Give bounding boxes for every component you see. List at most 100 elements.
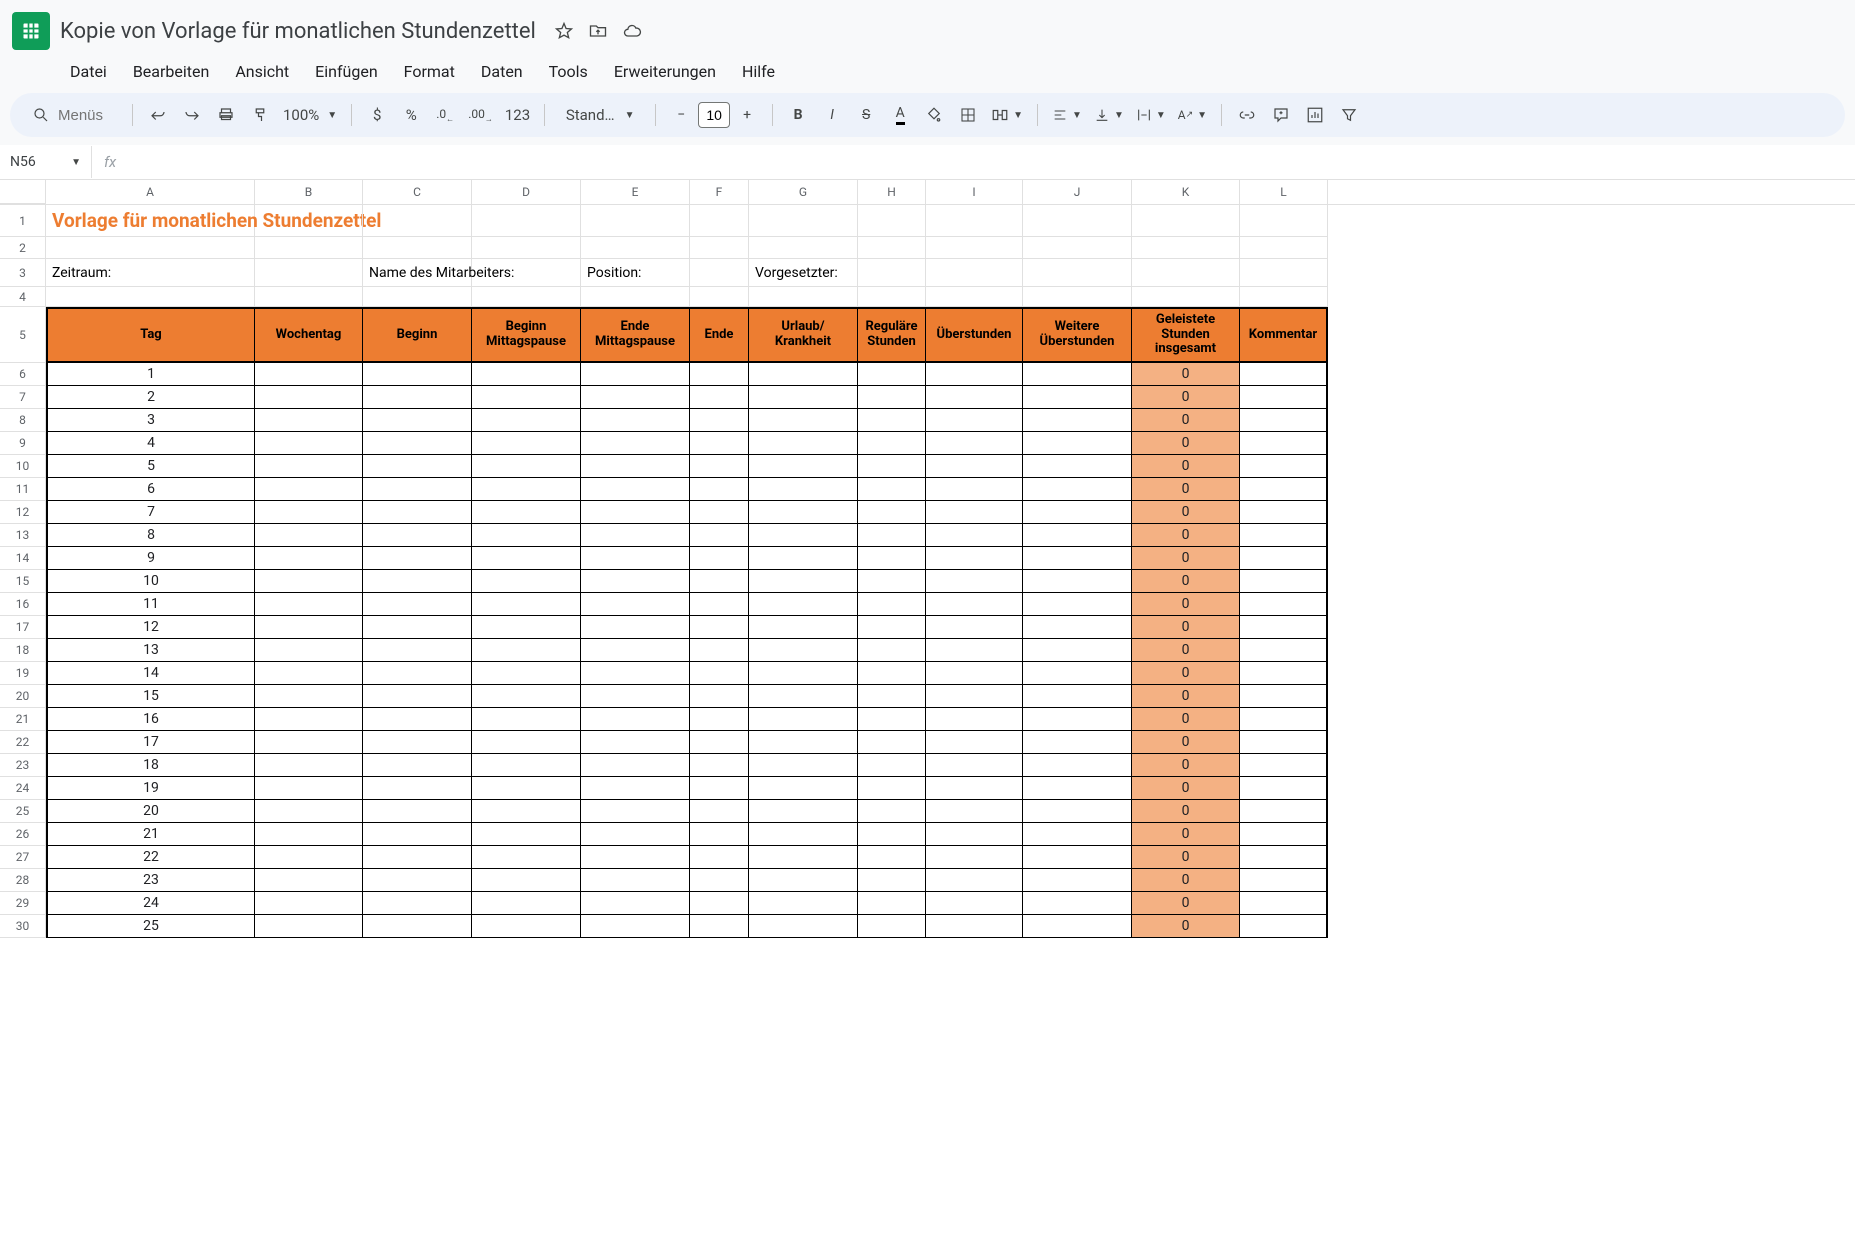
cell[interactable] [1240,800,1328,823]
decrease-decimal-button[interactable]: .0← [430,100,460,130]
cell[interactable] [1240,662,1328,685]
insert-chart-button[interactable] [1300,100,1330,130]
cell[interactable]: 0 [1132,800,1240,823]
cell[interactable] [926,616,1023,639]
cell[interactable] [255,892,363,915]
table-header[interactable]: Ende [690,307,749,363]
row-header-27[interactable]: 27 [0,846,46,869]
column-header-E[interactable]: E [581,180,690,204]
cell[interactable]: 0 [1132,409,1240,432]
cell[interactable] [472,800,581,823]
cell[interactable] [581,823,690,846]
cell[interactable] [1023,570,1132,593]
bold-button[interactable]: B [783,100,813,130]
cell[interactable] [926,570,1023,593]
cell[interactable]: 24 [46,892,255,915]
row-header-11[interactable]: 11 [0,478,46,501]
cell[interactable] [1240,287,1328,307]
cell[interactable] [926,524,1023,547]
cell[interactable] [581,708,690,731]
paint-format-button[interactable] [245,100,275,130]
cell[interactable] [926,731,1023,754]
column-header-K[interactable]: K [1132,180,1240,204]
cell[interactable]: 0 [1132,593,1240,616]
cell[interactable]: Vorlage für monatlichen Stundenzettel [46,205,255,237]
cell[interactable] [1240,754,1328,777]
cell[interactable] [1240,570,1328,593]
cell[interactable] [255,708,363,731]
cell[interactable] [690,892,749,915]
cell[interactable] [858,287,926,307]
cell[interactable] [749,777,858,800]
cell[interactable] [858,524,926,547]
cell[interactable] [1240,237,1328,259]
undo-button[interactable] [143,100,173,130]
cell[interactable] [1240,259,1328,287]
cell[interactable]: 14 [46,662,255,685]
cell[interactable]: 3 [46,409,255,432]
cell[interactable]: Name des Mitarbeiters: [363,259,472,287]
cell[interactable] [1023,287,1132,307]
row-header-3[interactable]: 3 [0,259,46,287]
cell[interactable] [1240,869,1328,892]
cell[interactable]: 16 [46,708,255,731]
table-header[interactable]: Wochentag [255,307,363,363]
cell[interactable]: 0 [1132,455,1240,478]
cell[interactable] [1023,754,1132,777]
cell[interactable] [363,478,472,501]
spreadsheet-grid[interactable]: ABCDEFGHIJKL 1Vorlage für monatlichen St… [0,180,1855,1252]
cell[interactable] [363,915,472,938]
cell[interactable] [581,455,690,478]
cell[interactable] [1023,386,1132,409]
cell[interactable] [1023,708,1132,731]
cell[interactable] [363,892,472,915]
cell[interactable] [690,823,749,846]
cell[interactable] [1023,409,1132,432]
cell[interactable] [472,892,581,915]
cell[interactable] [255,593,363,616]
font-family-select[interactable]: Stand…▼ [555,100,645,130]
cell[interactable] [581,432,690,455]
redo-button[interactable] [177,100,207,130]
cell[interactable]: 6 [46,478,255,501]
cell[interactable] [472,386,581,409]
cell[interactable] [749,237,858,259]
cell[interactable]: 18 [46,754,255,777]
cell[interactable]: 23 [46,869,255,892]
cell[interactable] [926,432,1023,455]
fill-color-button[interactable] [919,100,949,130]
cell[interactable] [363,205,472,237]
cell[interactable] [926,685,1023,708]
print-button[interactable] [211,100,241,130]
row-header-5[interactable]: 5 [0,307,46,363]
cell[interactable] [858,259,926,287]
filter-button[interactable] [1334,100,1364,130]
cell[interactable] [472,287,581,307]
cell[interactable] [858,662,926,685]
row-header-7[interactable]: 7 [0,386,46,409]
cell[interactable] [581,754,690,777]
cell[interactable] [858,570,926,593]
cell[interactable]: Zeitraum: [46,259,255,287]
cell[interactable] [255,501,363,524]
cell[interactable] [581,287,690,307]
cell[interactable] [926,708,1023,731]
cell[interactable]: 15 [46,685,255,708]
cell[interactable] [1023,662,1132,685]
cell[interactable] [1240,708,1328,731]
cell[interactable] [1240,846,1328,869]
cell[interactable] [255,754,363,777]
cell[interactable]: 2 [46,386,255,409]
table-header[interactable]: Urlaub/ Krankheit [749,307,858,363]
menu-search-input[interactable] [58,107,114,124]
cell[interactable]: 0 [1132,892,1240,915]
cell[interactable]: 0 [1132,547,1240,570]
cell[interactable]: 0 [1132,363,1240,386]
cell[interactable] [749,915,858,938]
menu-datei[interactable]: Datei [60,58,117,85]
cell[interactable] [255,869,363,892]
row-header-16[interactable]: 16 [0,593,46,616]
table-header[interactable]: Geleistete Stunden insgesamt [1132,307,1240,363]
cell[interactable] [1023,892,1132,915]
cell[interactable] [1023,869,1132,892]
